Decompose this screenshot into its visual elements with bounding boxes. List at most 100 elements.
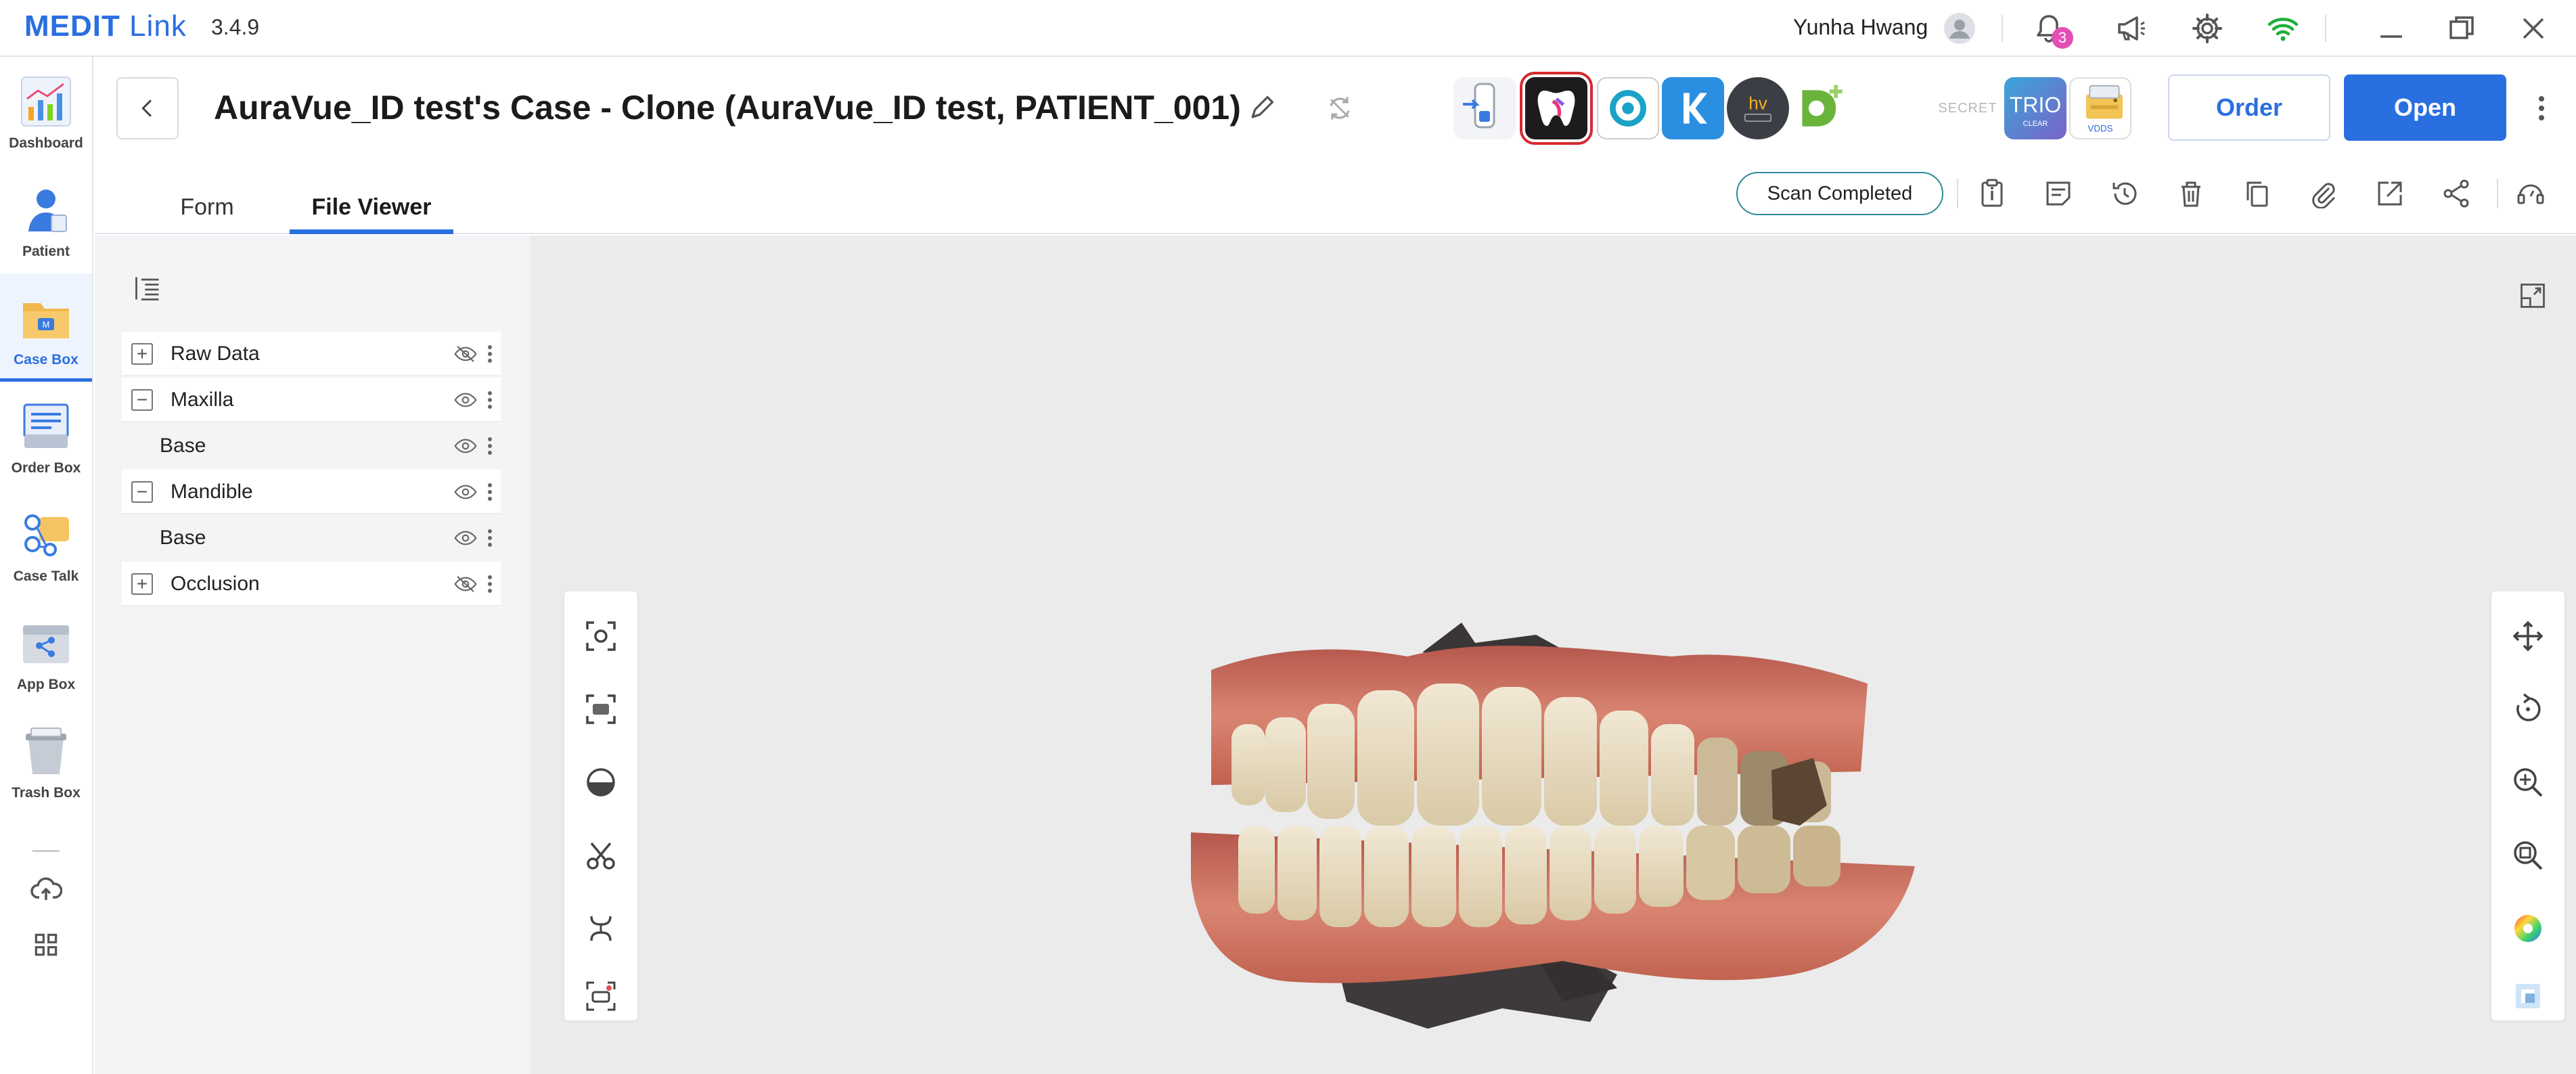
dental-scan-model[interactable] <box>1184 623 1928 1029</box>
row-more-icon[interactable] <box>483 387 497 413</box>
restore-icon[interactable] <box>2441 8 2482 49</box>
half-circle-icon[interactable] <box>579 761 623 804</box>
eye-icon[interactable] <box>452 481 479 503</box>
pan-icon[interactable] <box>2506 614 2550 658</box>
app-secret-icon[interactable]: SECRET <box>1937 77 1999 139</box>
zoom-icon[interactable] <box>2506 761 2550 804</box>
sidebar-item-case-talk[interactable]: Case Talk <box>0 490 92 598</box>
eye-icon[interactable] <box>452 389 479 411</box>
share-icon[interactable] <box>2435 172 2478 215</box>
expand-toggle[interactable]: + <box>131 343 153 365</box>
sidebar-item-label: Trash Box <box>12 785 81 801</box>
case-header: AuraVue_ID test's Case - Clone (AuraVue_… <box>95 58 2576 234</box>
scan-capture-icon[interactable] <box>579 975 623 1018</box>
tree-row-label: Maxilla <box>171 388 234 411</box>
copy-icon[interactable] <box>2236 172 2279 215</box>
sync-icon[interactable] <box>1318 87 1361 130</box>
title-bar: MEDIT Link 3.4.9 Yunha Hwang 3 <box>0 0 2576 57</box>
tree-row-mandible-base[interactable]: Base <box>122 516 501 560</box>
note-icon[interactable] <box>2037 172 2080 215</box>
user-name[interactable]: Yunha Hwang <box>1793 15 1928 40</box>
case-talk-icon <box>24 514 69 556</box>
app-design-icon[interactable] <box>1662 77 1724 139</box>
svg-text:hv: hv <box>1748 93 1767 114</box>
tab-form[interactable]: Form <box>157 180 257 234</box>
device-box-icon[interactable] <box>2077 76 2131 130</box>
sidebar-item-case-box[interactable]: M Case Box <box>0 273 92 382</box>
attachment-icon[interactable] <box>2302 172 2345 215</box>
gear-icon[interactable] <box>2187 8 2228 49</box>
sidebar-item-order-box[interactable]: Order Box <box>0 382 92 490</box>
tree-row-maxilla[interactable]: − Maxilla <box>122 378 501 422</box>
sidebar-item-patient[interactable]: Patient <box>0 165 92 273</box>
app-hv-icon[interactable]: hv <box>1727 77 1789 139</box>
tree-list-icon[interactable] <box>127 268 168 309</box>
avatar-icon[interactable] <box>1939 8 1980 49</box>
tree-row-occlusion[interactable]: + Occlusion <box>122 562 501 606</box>
chevron-left-icon <box>141 99 152 117</box>
titlebar-separator <box>2325 15 2326 42</box>
tree-row-maxilla-base[interactable]: Base <box>122 424 501 468</box>
app-smile-design-icon[interactable] <box>1520 72 1593 145</box>
export-icon[interactable] <box>2368 172 2412 215</box>
fit-view-icon[interactable] <box>579 614 623 658</box>
arch-view-icon[interactable] <box>579 688 623 731</box>
row-more-icon[interactable] <box>483 341 497 367</box>
app-version: 3.4.9 <box>211 15 260 39</box>
cloud-upload-icon[interactable] <box>26 869 66 910</box>
color-wheel-icon[interactable] <box>2506 907 2550 950</box>
status-badge: Scan Completed <box>1736 172 1943 215</box>
row-more-icon[interactable] <box>483 433 497 459</box>
collapse-toggle[interactable]: − <box>131 481 153 503</box>
app-ortho-icon[interactable] <box>1597 77 1659 139</box>
back-button[interactable] <box>116 77 179 139</box>
expand-toggle[interactable]: + <box>131 573 153 595</box>
tree-row-label: Base <box>160 434 206 457</box>
edit-pencil-icon[interactable] <box>1240 87 1283 130</box>
rotate-icon[interactable] <box>2506 688 2550 731</box>
tab-file-viewer[interactable]: File Viewer <box>290 180 453 234</box>
3d-viewport[interactable] <box>530 236 2576 1074</box>
clipboard-info-icon[interactable] <box>1970 172 2014 215</box>
app-trio-icon[interactable]: TRIO CLEAR <box>2004 77 2066 139</box>
sidebar-item-app-box[interactable]: App Box <box>0 598 92 707</box>
more-menu-icon[interactable] <box>2528 88 2555 129</box>
megaphone-icon[interactable] <box>2111 8 2152 49</box>
close-icon[interactable] <box>2513 8 2554 49</box>
zoom-area-icon[interactable] <box>2506 834 2550 877</box>
eye-icon[interactable] <box>452 527 479 549</box>
eye-icon[interactable] <box>452 435 479 457</box>
app-dplus-icon[interactable] <box>1792 77 1854 139</box>
order-button[interactable]: Order <box>2168 74 2330 141</box>
trash-icon[interactable] <box>2169 172 2213 215</box>
open-button[interactable]: Open <box>2344 74 2506 141</box>
svg-text:CLEAR: CLEAR <box>2023 120 2048 128</box>
remote-support-icon[interactable] <box>2509 172 2552 215</box>
grid-icon[interactable] <box>26 924 66 965</box>
svg-text:TRIO: TRIO <box>2010 93 2061 117</box>
view-tools-left <box>564 591 637 1021</box>
row-more-icon[interactable] <box>483 479 497 505</box>
app-scanner-icon[interactable] <box>1453 77 1516 139</box>
eye-hidden-icon[interactable] <box>452 343 479 365</box>
trash-box-icon <box>26 728 66 774</box>
toolbar-separator <box>2497 179 2498 208</box>
bell-icon[interactable]: 3 <box>2029 8 2073 49</box>
tree-row-mandible[interactable]: − Mandible <box>122 470 501 514</box>
tree-row-raw-data[interactable]: + Raw Data <box>122 332 501 376</box>
texture-toggle-icon[interactable] <box>2506 975 2550 1018</box>
sidebar-item-dashboard[interactable]: Dashboard <box>0 57 92 165</box>
sidebar-item-trash-box[interactable]: Trash Box <box>0 707 92 815</box>
history-icon[interactable] <box>2103 172 2146 215</box>
eye-hidden-icon[interactable] <box>452 573 479 595</box>
scissors-icon[interactable] <box>579 834 623 877</box>
row-more-icon[interactable] <box>483 571 497 597</box>
collapse-toggle[interactable]: − <box>131 389 153 411</box>
occlusion-icon[interactable] <box>579 907 623 950</box>
sidebar-item-label: Order Box <box>11 460 81 476</box>
sidebar-item-label: Case Box <box>14 352 78 367</box>
row-more-icon[interactable] <box>483 525 497 551</box>
minimize-icon[interactable] <box>2371 8 2412 49</box>
expand-view-icon[interactable] <box>2516 279 2550 313</box>
svg-text:SECRET: SECRET <box>1938 101 1997 116</box>
